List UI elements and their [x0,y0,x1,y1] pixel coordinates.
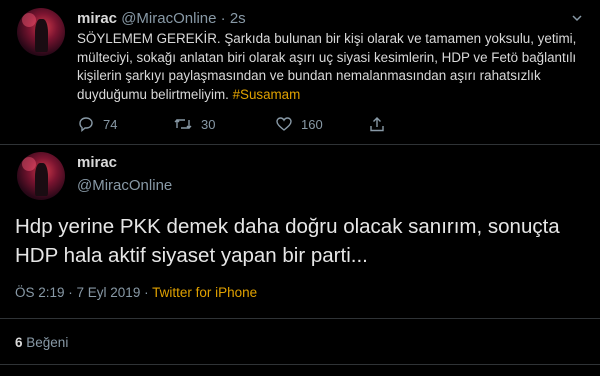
reply-count: 74 [103,116,118,132]
tweet-1[interactable]: mirac @MiracOnline · 2s SÖYLEMEM GEREKİR… [0,0,600,144]
like-total: 6 [15,335,23,350]
avatar[interactable] [17,152,65,200]
avatar-glow [21,156,37,172]
handle[interactable]: @MiracOnline [77,177,172,194]
hashtag-link[interactable]: #Susamam [233,87,301,102]
display-name[interactable]: mirac [77,154,117,171]
avatar-figure [35,18,48,53]
tweet-meta: ÖS 2:19 · 7 Eyl 2019 · Twitter for iPhon… [15,285,257,300]
divider [0,364,600,365]
chevron-down-icon[interactable] [572,13,582,23]
separator: · [220,10,226,27]
like-count: 160 [301,116,323,132]
avatar-glow [21,12,37,28]
like-label: Beğeni [26,335,69,350]
source-link[interactable]: Twitter for iPhone [152,285,257,300]
retweet-icon [174,119,192,129]
avatar-figure [35,162,48,197]
tweet-time[interactable]: 2s [230,10,246,27]
timestamp[interactable]: ÖS 2:19 · 7 Eyl 2019 · [15,285,149,300]
divider [0,144,600,145]
likes-summary[interactable]: 6 Beğeni [15,335,68,350]
avatar[interactable] [17,8,65,56]
tweet-actions: 74 30 160 [77,114,397,134]
reply-icon [79,117,93,132]
tweet-1-header: mirac @MiracOnline · 2s [77,10,246,27]
share-icon [370,117,384,132]
divider [0,318,600,319]
tweet-1-text: SÖYLEMEM GEREKİR. Şarkıda bulunan bir ki… [77,30,582,104]
share-button[interactable] [369,114,385,134]
tweet-2-text: Hdp yerine PKK demek daha doğru olacak s… [15,215,560,267]
retweet-button[interactable]: 30 [173,114,215,134]
like-icon [276,117,292,131]
retweet-count: 30 [201,116,216,132]
reply-button[interactable]: 74 [77,114,117,134]
handle[interactable]: @MiracOnline [121,10,216,27]
display-name[interactable]: mirac [77,10,117,27]
tweet-1-body: SÖYLEMEM GEREKİR. Şarkıda bulunan bir ki… [77,31,577,102]
like-button[interactable]: 160 [275,114,323,134]
